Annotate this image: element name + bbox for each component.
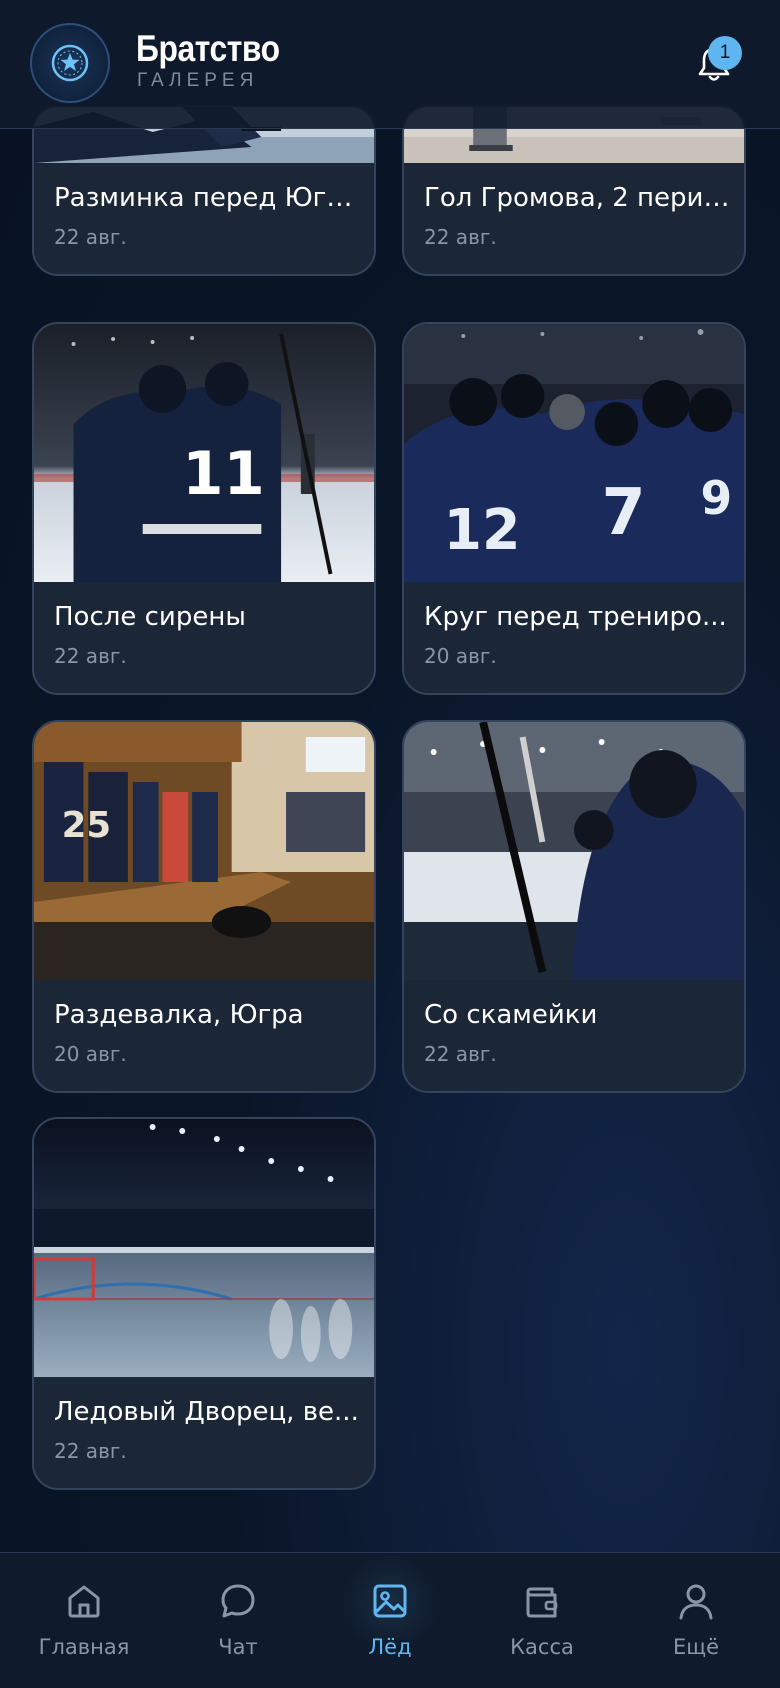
card-date: 22 авг. [54, 1439, 127, 1463]
gallery-card[interactable]: 12 7 9 Круг перед трениро... 20 авг. [402, 322, 746, 695]
notification-badge: 1 [708, 36, 742, 70]
wallet-icon [526, 1587, 558, 1618]
tab-label: Лёд [368, 1635, 412, 1659]
card-date: 22 авг. [54, 644, 127, 668]
tab-cashbox[interactable]: Касса [464, 1553, 620, 1688]
user-icon [679, 1584, 713, 1620]
star-emblem-icon [51, 44, 89, 82]
svg-text:7: 7 [602, 476, 646, 550]
card-date: 22 авг. [424, 1042, 497, 1066]
bottom-tab-bar: Главная Чат Лёд Касса Ещё [0, 1552, 780, 1688]
tab-home[interactable]: Главная [6, 1553, 162, 1688]
image-icon [373, 1584, 407, 1618]
photo-ice-palace [34, 1119, 374, 1377]
card-date: 20 авг. [424, 644, 497, 668]
svg-text:25: 25 [62, 805, 112, 846]
card-date: 20 авг. [54, 1042, 127, 1066]
photo-locker-room: 25 [34, 722, 374, 980]
gallery-card[interactable]: Гол Громова, 2 период 22 авг. [402, 105, 746, 276]
gallery-screen: Разминка перед Югр... 22 авг. Гол Громов… [0, 0, 780, 1688]
tab-chat[interactable]: Чат [160, 1553, 316, 1688]
page-subtitle: ГАЛЕРЕЯ [137, 70, 259, 91]
card-title: Гол Громова, 2 период [424, 183, 730, 213]
card-title: Со скамейки [424, 1000, 598, 1030]
tab-label: Главная [38, 1635, 130, 1659]
card-title: Круг перед трениро... [424, 602, 727, 632]
tab-ice[interactable]: Лёд [312, 1553, 468, 1688]
photo-bench [404, 722, 744, 980]
home-icon [68, 1585, 100, 1618]
team-logo[interactable] [30, 23, 110, 103]
tab-label: Касса [510, 1635, 574, 1659]
photo-huddle: 12 7 9 [404, 324, 744, 582]
tab-more[interactable]: Ещё [618, 1553, 774, 1688]
tab-label: Чат [218, 1635, 258, 1659]
card-title: Ледовый Дворец, ве... [54, 1397, 359, 1427]
card-title: После сирены [54, 602, 246, 632]
svg-text:12: 12 [444, 498, 521, 563]
gallery-card[interactable]: Со скамейки 22 авг. [402, 720, 746, 1093]
svg-text:11: 11 [182, 440, 265, 509]
gallery-card[interactable]: 25 Раздевалка, Югра 20 авг. [32, 720, 376, 1093]
tab-label: Ещё [673, 1635, 719, 1659]
card-title: Разминка перед Югр... [54, 183, 360, 213]
gallery-card[interactable]: 11 После сирены 22 авг. [32, 322, 376, 695]
chat-icon [221, 1584, 255, 1618]
svg-text:9: 9 [701, 472, 733, 525]
gallery-card[interactable]: Ледовый Дворец, ве... 22 авг. [32, 1117, 376, 1490]
card-date: 22 авг. [54, 225, 127, 249]
gallery-card[interactable]: Разминка перед Югр... 22 авг. [32, 105, 376, 276]
photo-after-siren: 11 [34, 324, 374, 582]
card-date: 22 авг. [424, 225, 497, 249]
app-title: Братство [136, 28, 280, 69]
card-title: Раздевалка, Югра [54, 1000, 304, 1030]
app-header: Братство ГАЛЕРЕЯ 1 [0, 0, 780, 129]
